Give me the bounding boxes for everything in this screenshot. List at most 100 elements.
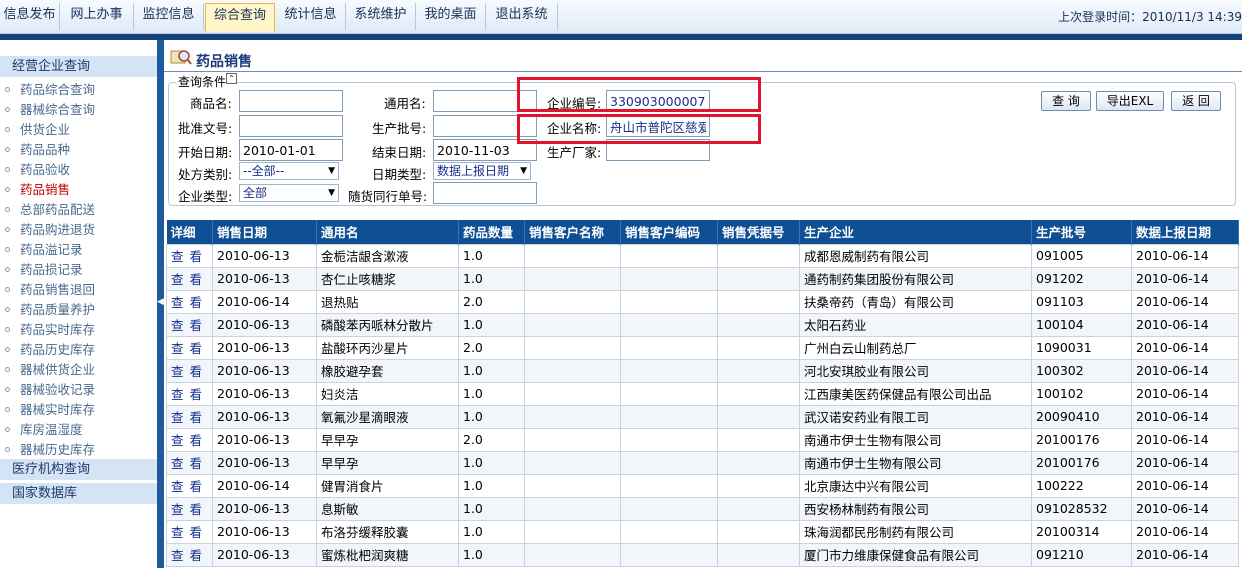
product-name-input[interactable] bbox=[239, 90, 343, 112]
sidebar-item[interactable]: 器械综合查询 bbox=[0, 100, 157, 120]
table-cell: 珠海润都民彤制药有限公司 bbox=[799, 519, 1032, 544]
sidebar-item[interactable]: 药品销售退回 bbox=[0, 280, 157, 300]
table-cell: 1.0 bbox=[458, 243, 525, 268]
approval-no-input[interactable] bbox=[239, 115, 343, 137]
collapse-arrow-icon[interactable]: ◀ bbox=[157, 295, 164, 309]
view-link[interactable]: 查看 bbox=[166, 404, 213, 429]
column-header: 生产企业 bbox=[799, 220, 1032, 244]
last-login-time: 上次登录时间：2010/11/3 14:39 bbox=[1058, 10, 1242, 24]
table-cell: 2010-06-13 bbox=[212, 450, 317, 475]
sidebar-item[interactable]: 药品销售 bbox=[0, 180, 157, 200]
table-cell: 成都恩威制药有限公司 bbox=[799, 243, 1032, 268]
sidebar-item[interactable]: 供货企业 bbox=[0, 120, 157, 140]
table-cell: 2010-06-14 bbox=[1131, 542, 1239, 567]
waybill-no-input[interactable] bbox=[433, 182, 537, 204]
nav-item-statistics[interactable]: 统计信息 bbox=[276, 3, 346, 30]
column-header: 销售日期 bbox=[212, 220, 317, 244]
view-link[interactable]: 查看 bbox=[166, 243, 213, 268]
table-cell: 2010-06-14 bbox=[1131, 473, 1239, 498]
search-button[interactable]: 查 询 bbox=[1041, 91, 1091, 111]
view-link[interactable]: 查看 bbox=[166, 496, 213, 521]
sidebar-item[interactable]: 药品购进退货 bbox=[0, 220, 157, 240]
sidebar-item[interactable]: 药品实时库存 bbox=[0, 320, 157, 340]
sidebar-item[interactable]: 药品历史库存 bbox=[0, 340, 157, 360]
nav-item-logout[interactable]: 退出系统 bbox=[486, 3, 558, 30]
nav-item-comprehensive-query[interactable]: 综合查询 bbox=[205, 3, 275, 32]
sidebar-item[interactable]: 药品损记录 bbox=[0, 260, 157, 280]
table-cell: 20100314 bbox=[1031, 519, 1132, 544]
start-date-input[interactable] bbox=[239, 139, 343, 161]
table-cell: 2010-06-14 bbox=[1131, 243, 1239, 268]
view-link[interactable]: 查看 bbox=[166, 542, 213, 567]
page-title: 药品销售 bbox=[196, 54, 252, 70]
nav-item-my-desktop[interactable]: 我的桌面 bbox=[416, 3, 486, 30]
sidebar-item-label: 药品销售退回 bbox=[20, 282, 96, 297]
table-row: 查看 2010-06-14 退热贴 2.0 扶桑帝药（青岛）有限公司 091103 2010… bbox=[166, 289, 1239, 314]
table-row: 查看 2010-06-13 盐酸环丙沙星片 2.0 广州白云山制药总厂 1090031 20… bbox=[166, 335, 1239, 360]
view-link[interactable]: 查看 bbox=[166, 335, 213, 360]
company-type-value: 全部 bbox=[243, 186, 268, 200]
sidebar-item[interactable]: 器械实时库存 bbox=[0, 400, 157, 420]
company-type-select[interactable]: 全部 ▼ bbox=[239, 184, 339, 202]
view-link[interactable]: 查看 bbox=[166, 312, 213, 337]
bullet-icon bbox=[5, 267, 10, 272]
table-cell: 盐酸环丙沙星片 bbox=[316, 335, 459, 360]
nav-item-info-publish[interactable]: 信息发布 bbox=[0, 3, 60, 30]
table-cell: 扶桑帝药（青岛）有限公司 bbox=[799, 289, 1032, 314]
sidebar-item[interactable]: 药品质量养护 bbox=[0, 300, 157, 320]
collapse-toggle-icon[interactable]: ⌃ bbox=[226, 73, 237, 84]
sidebar-item[interactable]: 器械验收记录 bbox=[0, 380, 157, 400]
sidebar-item[interactable]: 器械历史库存 bbox=[0, 440, 157, 460]
back-button[interactable]: 返 回 bbox=[1171, 91, 1221, 111]
view-link[interactable]: 查看 bbox=[166, 358, 213, 383]
label-date-type: 日期类型: bbox=[372, 167, 427, 182]
sidebar-section-business-query[interactable]: 经营企业查询 bbox=[0, 56, 157, 78]
table-cell: 1.0 bbox=[458, 450, 525, 475]
table-row: 查看 2010-06-13 杏仁止咳糖浆 1.0 通药制药集团股份有限公司 091202 2… bbox=[166, 266, 1239, 291]
sales-table: 详细 销售日期 通用名 药品数量 销售客户名称 销售客户编码 销售凭据号 生产企业 生产批号 数据… bbox=[166, 220, 1239, 567]
table-cell: 妇炎洁 bbox=[316, 381, 459, 406]
column-header: 详细 bbox=[166, 220, 213, 244]
view-link[interactable]: 查看 bbox=[166, 427, 213, 452]
sidebar-item[interactable]: 药品品种 bbox=[0, 140, 157, 160]
sidebar-item[interactable]: 库房温湿度 bbox=[0, 420, 157, 440]
date-type-select[interactable]: 数据上报日期 ▼ bbox=[433, 162, 531, 180]
sidebar-item[interactable]: 药品溢记录 bbox=[0, 240, 157, 260]
sidebar-item[interactable]: 药品验收 bbox=[0, 160, 157, 180]
column-header: 生产批号 bbox=[1031, 220, 1132, 244]
view-link[interactable]: 查看 bbox=[166, 519, 213, 544]
sidebar-item[interactable]: 药品综合查询 bbox=[0, 80, 157, 100]
sidebar-item-label: 器械综合查询 bbox=[20, 102, 96, 117]
table-cell bbox=[524, 404, 621, 429]
sidebar-item[interactable]: 总部药品配送 bbox=[0, 200, 157, 220]
table-cell: 091005 bbox=[1031, 243, 1132, 268]
column-header: 药品数量 bbox=[458, 220, 525, 244]
view-link[interactable]: 查看 bbox=[166, 473, 213, 498]
label-batch-no: 生产批号: bbox=[372, 121, 427, 136]
date-type-value: 数据上报日期 bbox=[437, 164, 510, 178]
table-cell bbox=[524, 450, 621, 475]
nav-item-system-maintenance[interactable]: 系统维护 bbox=[346, 3, 416, 30]
table-cell: 2010-06-13 bbox=[212, 496, 317, 521]
column-header: 通用名 bbox=[316, 220, 459, 244]
nav-item-monitor-info[interactable]: 监控信息 bbox=[134, 3, 204, 30]
rx-type-select[interactable]: --全部-- ▼ bbox=[239, 162, 339, 180]
table-cell: 厦门市力维康保健食品有限公司 bbox=[799, 542, 1032, 567]
sidebar-item-label: 器械实时库存 bbox=[20, 402, 96, 417]
sidebar-item[interactable]: 器械供货企业 bbox=[0, 360, 157, 380]
view-link[interactable]: 查看 bbox=[166, 289, 213, 314]
table-cell: 河北安琪胶业有限公司 bbox=[799, 358, 1032, 383]
sidebar-section-national-db[interactable]: 国家数据库 bbox=[0, 483, 157, 505]
sidebar-item-label: 供货企业 bbox=[20, 122, 71, 137]
view-link[interactable]: 查看 bbox=[166, 450, 213, 475]
table-cell bbox=[717, 519, 800, 544]
export-excel-button[interactable]: 导出EXL bbox=[1096, 91, 1164, 111]
table-cell: 2010-06-13 bbox=[212, 335, 317, 360]
view-link[interactable]: 查看 bbox=[166, 381, 213, 406]
nav-item-online-service[interactable]: 网上办事 bbox=[60, 3, 134, 30]
table-row: 查看 2010-06-13 布洛芬缓释胶囊 1.0 珠海润都民彤制药有限公司 201003… bbox=[166, 519, 1239, 544]
view-link[interactable]: 查看 bbox=[166, 266, 213, 291]
label-waybill-no: 随货同行单号: bbox=[348, 189, 428, 204]
sidebar-section-medical-query[interactable]: 医疗机构查询 bbox=[0, 459, 157, 481]
table-row: 查看 2010-06-13 早早孕 1.0 南通市伊士生物有限公司 20100176 201… bbox=[166, 450, 1239, 475]
